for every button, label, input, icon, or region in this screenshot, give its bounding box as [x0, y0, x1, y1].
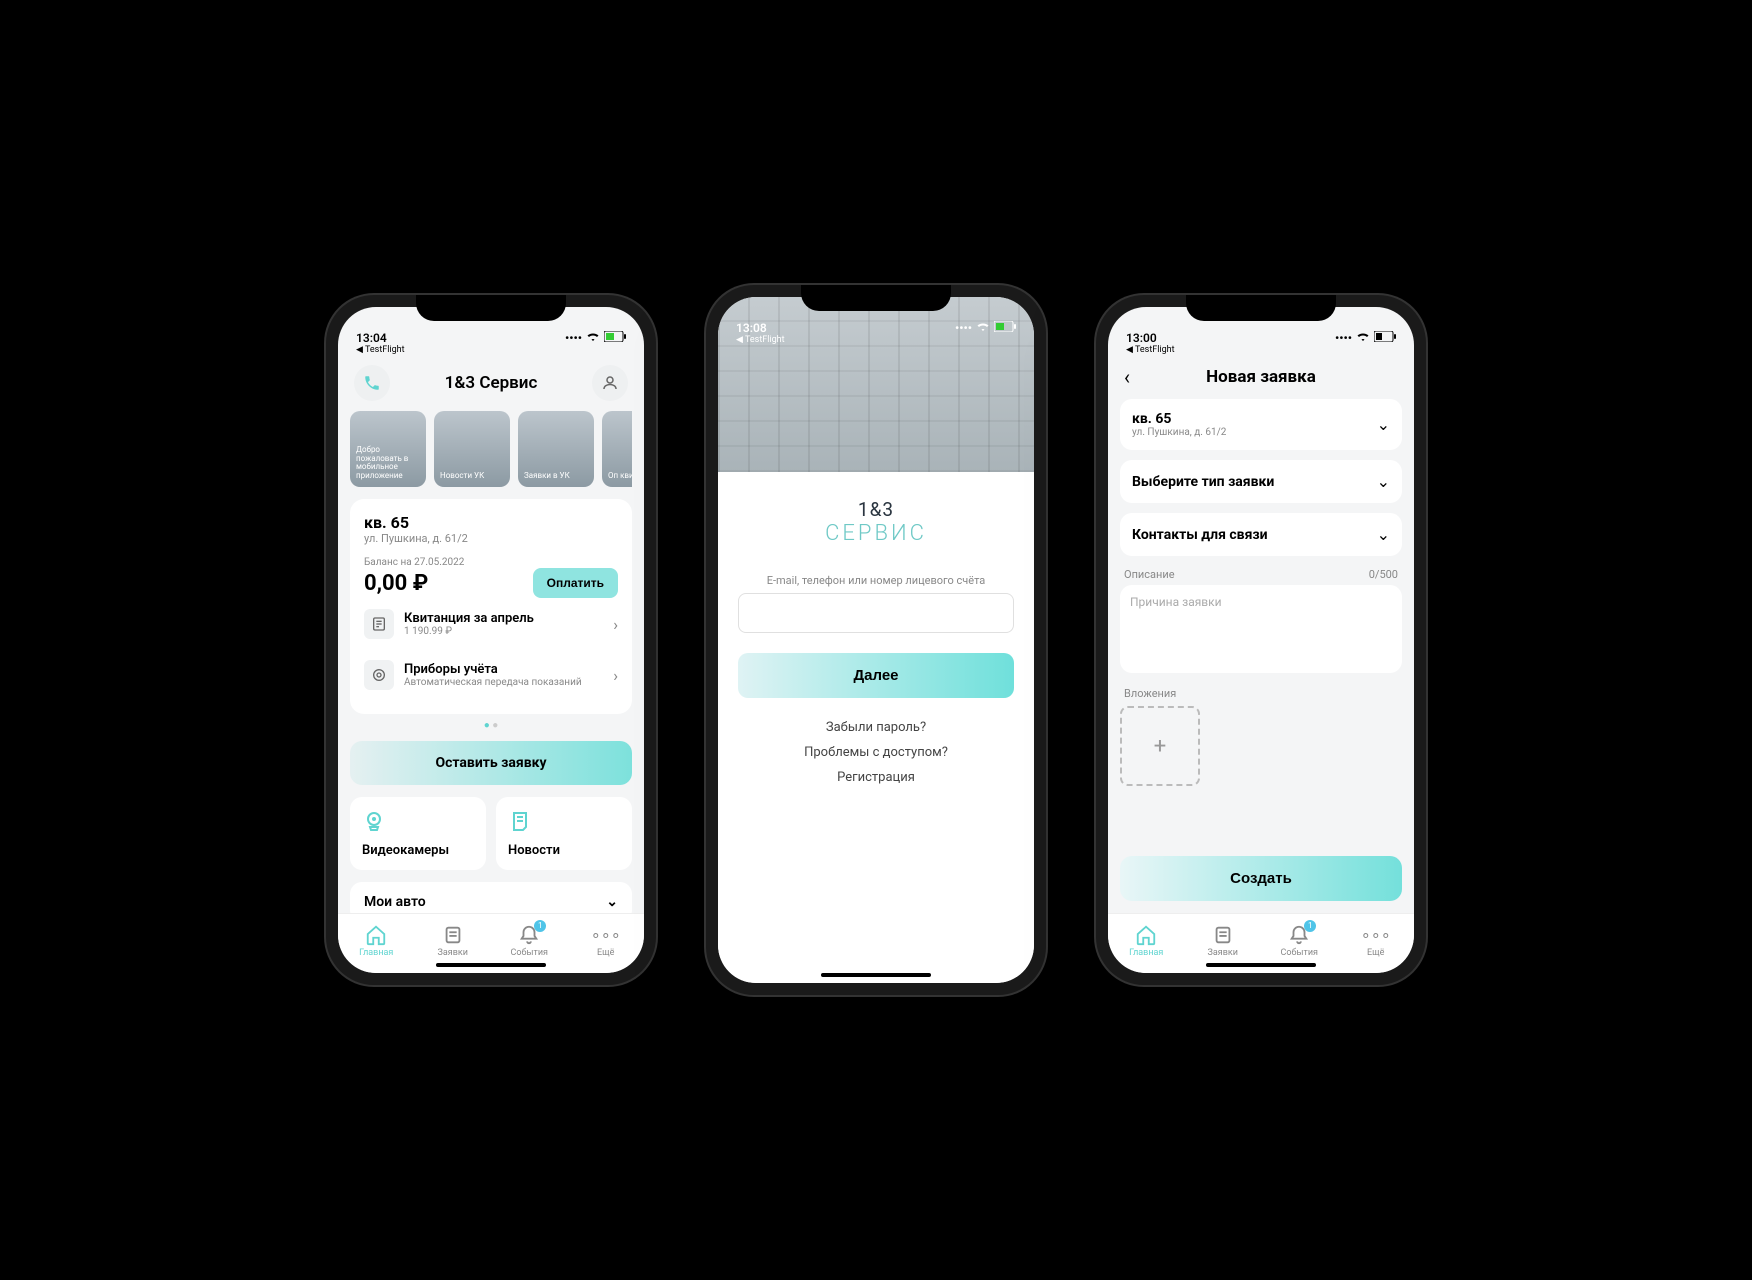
apartment-selector[interactable]: кв. 65 ул. Пушкина, д. 61/2 ⌄ — [1120, 399, 1402, 450]
logo-line1: 1&3 — [738, 498, 1014, 521]
apartment-title: кв. 65 — [364, 513, 618, 532]
wifi-icon — [976, 321, 990, 335]
receipt-icon — [364, 609, 394, 639]
tab-home[interactable]: Главная — [1108, 914, 1185, 967]
signal-icon: •••• — [565, 331, 582, 345]
access-problems-link[interactable]: Проблемы с доступом? — [738, 745, 1014, 760]
invoice-row[interactable]: Квитанция за апрель 1 190.99 ₽ › — [364, 598, 618, 649]
forgot-password-link[interactable]: Забыли пароль? — [738, 720, 1014, 735]
balance-amount: 0,00 ₽ — [364, 571, 428, 596]
char-counter: 0/500 — [1369, 568, 1398, 581]
more-icon: ∘∘∘ — [1365, 924, 1387, 946]
header: 1&3 Сервис — [338, 355, 644, 411]
create-button[interactable]: Создать — [1120, 856, 1402, 901]
login-hero: 13:08 •••• ◀ TestFlight — [718, 297, 1034, 472]
tab-events[interactable]: 1 События — [491, 914, 568, 967]
my-cars-dropdown[interactable]: Мои авто ⌄ — [350, 882, 632, 913]
call-button[interactable] — [354, 365, 390, 401]
home-icon — [365, 924, 387, 946]
logo-line2: СЕРВИС — [738, 521, 1014, 546]
chevron-down-icon: ⌄ — [606, 894, 618, 910]
wifi-icon — [1356, 331, 1370, 345]
attachments-label: Вложения — [1120, 687, 1402, 700]
contacts-selector[interactable]: Контакты для связи ⌄ — [1120, 513, 1402, 556]
chevron-down-icon: ⌄ — [1377, 415, 1390, 434]
phone-home: 13:04 •••• ◀ TestFlight 1&3 Сервис — [326, 295, 656, 985]
tab-events[interactable]: 1 События — [1261, 914, 1338, 967]
balance-label: Баланс на 27.05.2022 — [364, 557, 618, 568]
meters-row[interactable]: Приборы учёта Автоматическая передача по… — [364, 649, 618, 700]
tab-home[interactable]: Главная — [338, 914, 415, 967]
story-item[interactable]: Новости УК — [434, 411, 510, 487]
tab-more[interactable]: ∘∘∘ Ещё — [568, 914, 645, 967]
home-icon — [1135, 924, 1157, 946]
story-item[interactable]: Заявки в УК — [518, 411, 594, 487]
camera-icon — [362, 809, 388, 835]
cameras-tile[interactable]: Видеокамеры — [350, 797, 486, 870]
profile-button[interactable] — [592, 365, 628, 401]
notch — [416, 295, 566, 321]
description-label: Описание 0/500 — [1120, 566, 1402, 585]
events-badge: 1 — [534, 920, 546, 932]
back-to-testflight[interactable]: ◀ TestFlight — [1108, 345, 1414, 355]
back-to-testflight[interactable]: ◀ TestFlight — [338, 345, 644, 355]
description-textarea[interactable]: Причина заявки — [1120, 585, 1402, 673]
back-button[interactable]: ‹ — [1124, 365, 1148, 389]
chevron-right-icon: › — [613, 615, 618, 634]
signal-icon: •••• — [955, 321, 972, 335]
stories-row[interactable]: Добро пожаловать в мобильное приложение … — [350, 411, 632, 487]
status-time: 13:08 — [736, 321, 767, 335]
meter-icon — [364, 660, 394, 690]
story-item[interactable]: Добро пожаловать в мобильное приложение — [350, 411, 426, 487]
home-indicator[interactable] — [821, 973, 931, 977]
pay-button[interactable]: Оплатить — [533, 568, 618, 598]
home-indicator[interactable] — [1206, 963, 1316, 967]
home-indicator[interactable] — [436, 963, 546, 967]
add-attachment-button[interactable]: + — [1120, 706, 1200, 786]
chevron-right-icon: › — [613, 666, 618, 685]
chevron-down-icon: ⌄ — [1377, 472, 1390, 491]
plus-icon: + — [1154, 734, 1166, 759]
new-request-button[interactable]: Оставить заявку — [350, 741, 632, 785]
tab-requests[interactable]: Заявки — [1185, 914, 1262, 967]
tab-more[interactable]: ∘∘∘ Ещё — [1338, 914, 1415, 967]
header: ‹ Новая заявка — [1108, 355, 1414, 399]
news-icon — [508, 809, 534, 835]
status-time: 13:04 — [356, 331, 387, 345]
notch — [801, 285, 951, 311]
requests-icon — [442, 924, 464, 946]
tab-requests[interactable]: Заявки — [415, 914, 492, 967]
battery-icon — [604, 331, 626, 345]
bell-icon: 1 — [1288, 924, 1310, 946]
signal-icon: •••• — [1335, 331, 1352, 345]
requests-icon — [1212, 924, 1234, 946]
balance-card: кв. 65 ул. Пушкина, д. 61/2 Баланс на 27… — [350, 499, 632, 714]
app-title: 1&3 Сервис — [445, 373, 538, 393]
phone-new-request: 13:00 •••• ◀ TestFlight ‹ Новая заявка — [1096, 295, 1426, 985]
page-dots: ● ● — [350, 720, 632, 731]
battery-icon — [1374, 331, 1396, 345]
news-tile[interactable]: Новости — [496, 797, 632, 870]
more-icon: ∘∘∘ — [595, 924, 617, 946]
status-time: 13:00 — [1126, 331, 1157, 345]
bell-icon: 1 — [518, 924, 540, 946]
next-button[interactable]: Далее — [738, 653, 1014, 698]
register-link[interactable]: Регистрация — [738, 770, 1014, 785]
notch — [1186, 295, 1336, 321]
login-input-label: E-mail, телефон или номер лицевого счёта — [738, 574, 1014, 587]
request-type-selector[interactable]: Выберите тип заявки ⌄ — [1120, 460, 1402, 503]
phone-login: 13:08 •••• ◀ TestFlight 1&3 СЕРВИС — [706, 285, 1046, 995]
battery-icon — [994, 321, 1016, 335]
login-input[interactable] — [738, 593, 1014, 633]
story-item[interactable]: Оп квит — [602, 411, 632, 487]
back-to-testflight[interactable]: ◀ TestFlight — [718, 335, 1034, 345]
chevron-down-icon: ⌄ — [1377, 525, 1390, 544]
wifi-icon — [586, 331, 600, 345]
apartment-address: ул. Пушкина, д. 61/2 — [364, 532, 618, 545]
page-title: Новая заявка — [1148, 367, 1374, 387]
events-badge: 1 — [1304, 920, 1316, 932]
